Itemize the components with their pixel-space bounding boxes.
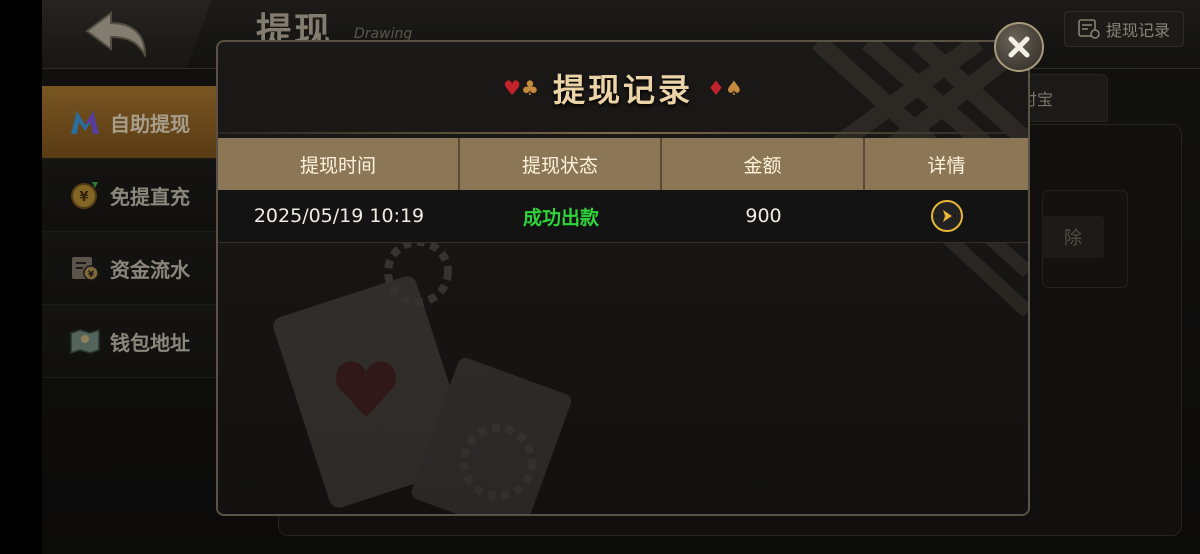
play-arrow-icon [942,210,952,222]
table-row: 2025/05/19 10:19 成功出款 900 [218,190,1028,243]
column-header-amount: 金额 [662,138,865,190]
cell-time: 2025/05/19 10:19 [253,205,425,227]
detail-button[interactable] [930,200,963,232]
close-icon [1008,36,1030,58]
column-header-status: 提现状态 [460,138,662,190]
withdraw-records-modal: ♥♣ 提现记录 ♦♠ 提现时间 提现状态 金额 详情 2025/05/19 10… [216,40,1030,516]
header-divider [218,132,1028,134]
modal-header: ♥♣ 提现记录 ♦♠ [218,42,1028,134]
table-header: 提现时间 提现状态 金额 详情 [218,138,1028,190]
column-header-time: 提现时间 [218,138,460,190]
close-button[interactable] [994,22,1044,72]
cell-status: 成功出款 [522,206,599,229]
diamond-spade-icon: ♦♠ [707,76,743,100]
heart-club-icon: ♥♣ [503,76,539,100]
column-header-detail: 详情 [927,154,966,177]
cell-detail [865,190,1028,242]
modal-title: 提现记录 [552,71,693,109]
records-table: 提现时间 提现状态 金额 详情 2025/05/19 10:19 成功出款 90… [218,138,1028,243]
cell-amount: 900 [745,205,782,227]
